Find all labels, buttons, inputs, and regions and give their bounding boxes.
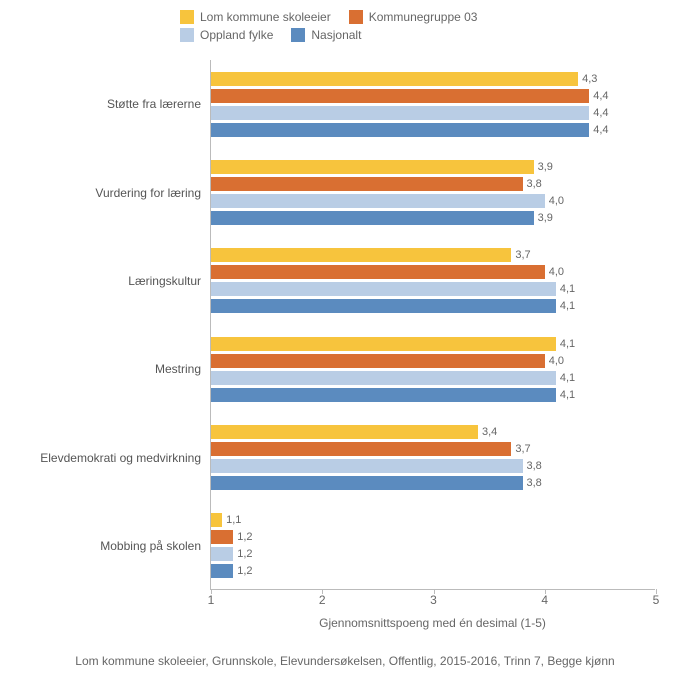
bar-value-label: 4,1 bbox=[556, 300, 575, 312]
bar-value-label: 4,0 bbox=[545, 355, 564, 367]
bar-value-label: 3,7 bbox=[511, 443, 530, 455]
grouped-bar-chart: Lom kommune skoleeier Kommunegruppe 03 Opp… bbox=[0, 0, 700, 676]
bar: 3,8 bbox=[211, 459, 523, 473]
bar: 4,3 bbox=[211, 72, 578, 86]
legend-label: Nasjonalt bbox=[311, 28, 361, 42]
bar-value-label: 4,3 bbox=[578, 73, 597, 85]
bar-value-label: 4,0 bbox=[545, 266, 564, 278]
bar-value-label: 3,8 bbox=[523, 460, 542, 472]
bar: 1,2 bbox=[211, 547, 233, 561]
bar: 3,8 bbox=[211, 476, 523, 490]
legend-label: Lom kommune skoleeier bbox=[200, 10, 331, 24]
bar: 3,7 bbox=[211, 248, 511, 262]
bar-value-label: 1,1 bbox=[222, 514, 241, 526]
bar-value-label: 4,4 bbox=[589, 124, 608, 136]
legend-swatch bbox=[180, 28, 194, 42]
bar-value-label: 4,4 bbox=[589, 90, 608, 102]
category-group: Mestring4,14,04,14,1 bbox=[211, 337, 655, 402]
x-tick-label: 3 bbox=[430, 593, 437, 607]
legend-item: Oppland fylke bbox=[180, 28, 273, 42]
bar: 3,9 bbox=[211, 160, 534, 174]
legend-item: Lom kommune skoleeier bbox=[180, 10, 331, 24]
bar-value-label: 3,7 bbox=[511, 249, 530, 261]
bar-value-label: 1,2 bbox=[233, 531, 252, 543]
category-label: Mestring bbox=[21, 362, 211, 376]
bar-value-label: 4,0 bbox=[545, 195, 564, 207]
bar-value-label: 3,8 bbox=[523, 178, 542, 190]
bar: 4,1 bbox=[211, 388, 556, 402]
bar: 4,1 bbox=[211, 337, 556, 351]
category-label: Vurdering for læring bbox=[21, 186, 211, 200]
category-group: Støtte fra lærerne4,34,44,44,4 bbox=[211, 72, 655, 137]
bar-value-label: 3,9 bbox=[534, 161, 553, 173]
category-group: Elevdemokrati og medvirkning3,43,73,83,8 bbox=[211, 425, 655, 490]
bar-value-label: 1,2 bbox=[233, 548, 252, 560]
legend-label: Kommunegruppe 03 bbox=[369, 10, 478, 24]
bar: 4,4 bbox=[211, 89, 589, 103]
legend-item: Nasjonalt bbox=[291, 28, 361, 42]
bar: 1,2 bbox=[211, 530, 233, 544]
bar: 4,0 bbox=[211, 265, 545, 279]
category-label: Læringskultur bbox=[21, 274, 211, 288]
bar: 4,1 bbox=[211, 371, 556, 385]
legend-swatch bbox=[291, 28, 305, 42]
x-tick-label: 4 bbox=[541, 593, 548, 607]
x-tick-label: 5 bbox=[653, 593, 660, 607]
bar-value-label: 4,1 bbox=[556, 372, 575, 384]
category-group: Vurdering for læring3,93,84,03,9 bbox=[211, 160, 655, 225]
bar-value-label: 3,8 bbox=[523, 477, 542, 489]
legend-swatch bbox=[180, 10, 194, 24]
x-tick-label: 1 bbox=[208, 593, 215, 607]
bar: 4,4 bbox=[211, 123, 589, 137]
bar-value-label: 3,9 bbox=[534, 212, 553, 224]
bar-value-label: 4,1 bbox=[556, 283, 575, 295]
plot-area: 12345Støtte fra lærerne4,34,44,44,4Vurde… bbox=[210, 60, 655, 590]
bar: 4,0 bbox=[211, 354, 545, 368]
category-group: Mobbing på skolen1,11,21,21,2 bbox=[211, 513, 655, 578]
bar: 3,9 bbox=[211, 211, 534, 225]
bar: 4,1 bbox=[211, 282, 556, 296]
category-label: Støtte fra lærerne bbox=[21, 97, 211, 111]
category-label: Elevdemokrati og medvirkning bbox=[21, 451, 211, 465]
bar-value-label: 1,2 bbox=[233, 565, 252, 577]
bar: 1,1 bbox=[211, 513, 222, 527]
bar-value-label: 4,4 bbox=[589, 107, 608, 119]
bar-value-label: 4,1 bbox=[556, 338, 575, 350]
bar: 4,0 bbox=[211, 194, 545, 208]
bar: 4,1 bbox=[211, 299, 556, 313]
chart-caption: Lom kommune skoleeier, Grunnskole, Elevu… bbox=[10, 654, 680, 668]
legend-swatch bbox=[349, 10, 363, 24]
legend-item: Kommunegruppe 03 bbox=[349, 10, 478, 24]
legend: Lom kommune skoleeier Kommunegruppe 03 Opp… bbox=[10, 10, 510, 42]
bar: 3,7 bbox=[211, 442, 511, 456]
bar: 3,4 bbox=[211, 425, 478, 439]
bar-value-label: 3,4 bbox=[478, 426, 497, 438]
bar-value-label: 4,1 bbox=[556, 389, 575, 401]
category-group: Læringskultur3,74,04,14,1 bbox=[211, 248, 655, 313]
bar: 4,4 bbox=[211, 106, 589, 120]
bar: 1,2 bbox=[211, 564, 233, 578]
bar: 3,8 bbox=[211, 177, 523, 191]
x-axis-label: Gjennomsnittspoeng med én desimal (1-5) bbox=[210, 616, 655, 630]
x-tick-label: 2 bbox=[319, 593, 326, 607]
category-label: Mobbing på skolen bbox=[21, 539, 211, 553]
legend-label: Oppland fylke bbox=[200, 28, 273, 42]
